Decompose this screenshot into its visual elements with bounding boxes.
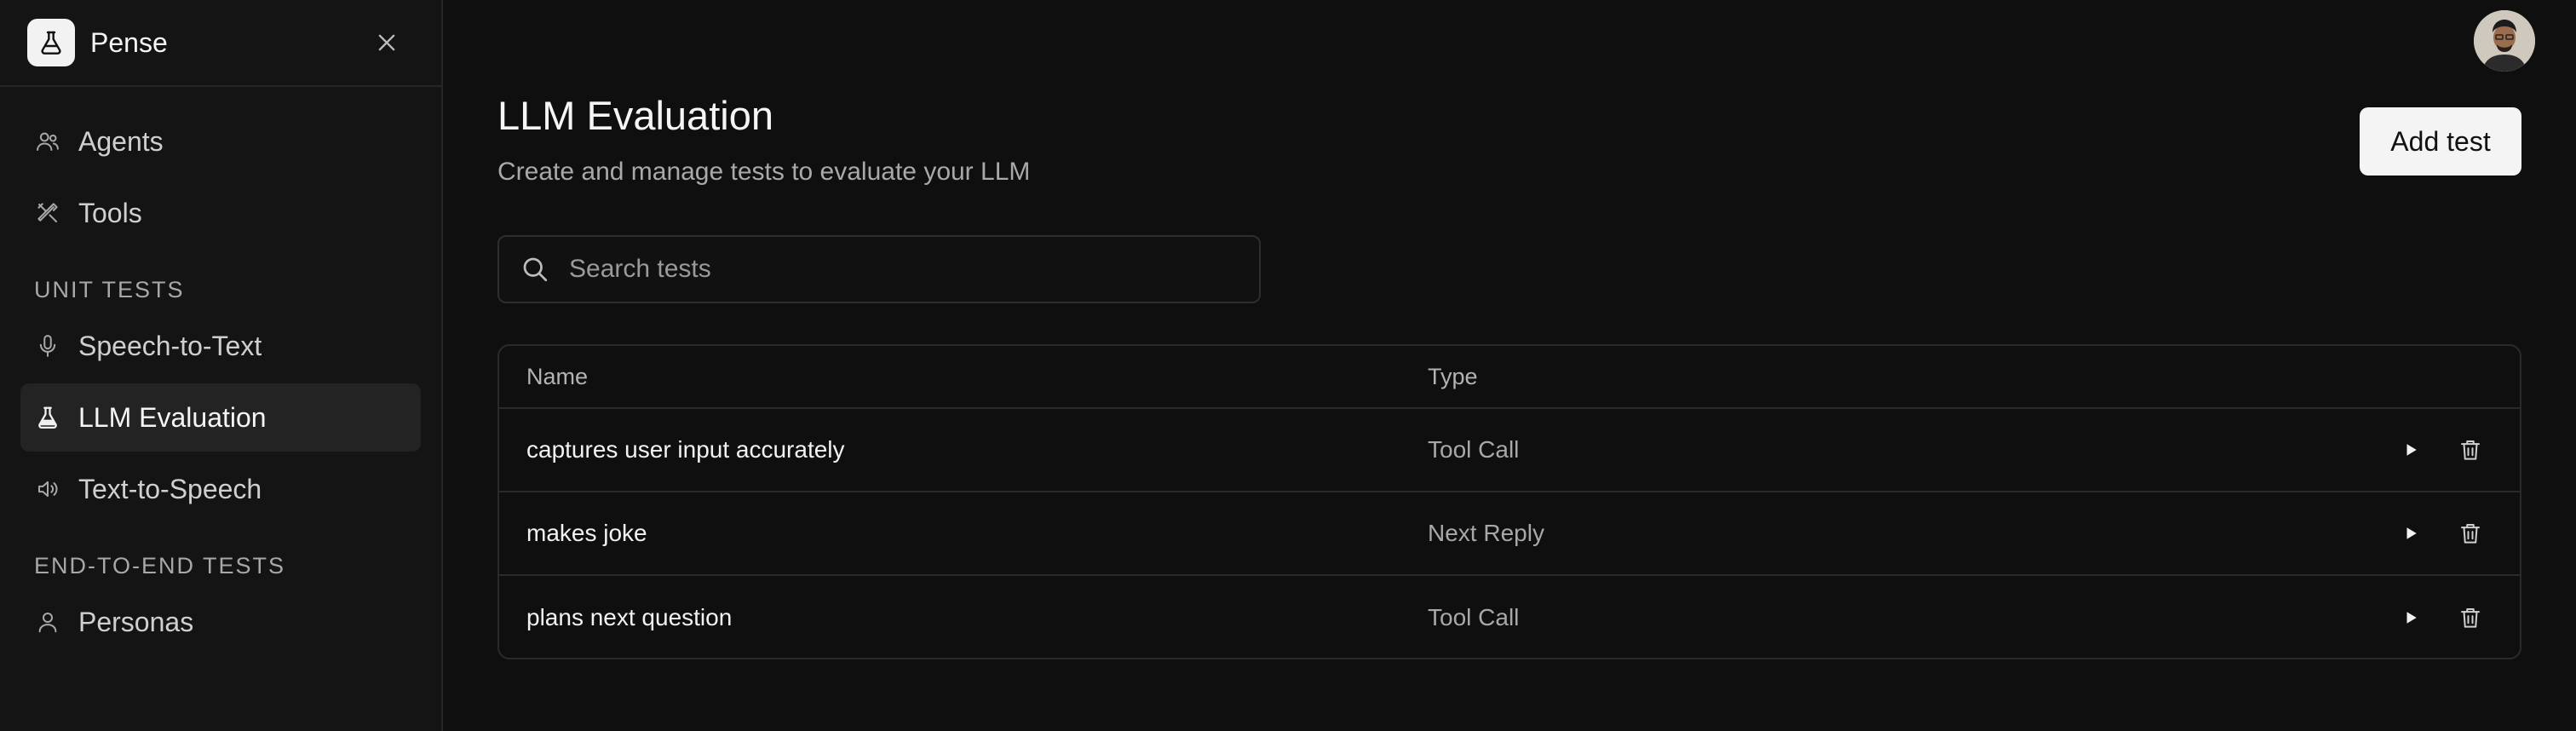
sidebar-item-label: Speech-to-Text	[78, 330, 262, 361]
sidebar-item-label: Text-to-Speech	[78, 473, 262, 504]
page-subtitle: Create and manage tests to evaluate your…	[497, 158, 1031, 186]
table-row[interactable]: captures user input accurately Tool Call	[499, 409, 2520, 492]
test-name: plans next question	[526, 604, 733, 630]
delete-test-button[interactable]	[2453, 601, 2487, 635]
tools-icon	[34, 199, 61, 227]
sidebar-item-label: Agents	[78, 125, 164, 157]
sidebar-item-speech-to-text[interactable]: Speech-to-Text	[20, 312, 421, 380]
delete-test-button[interactable]	[2453, 433, 2487, 467]
flask-icon	[34, 404, 61, 431]
microphone-icon	[34, 332, 61, 360]
column-header-type: Type	[1428, 363, 1478, 389]
test-type: Tool Call	[1428, 436, 1520, 463]
sidebar-header: Pense	[0, 0, 441, 87]
flask-icon	[41, 31, 61, 55]
avatar-image	[2474, 10, 2535, 72]
test-type: Next Reply	[1428, 520, 1544, 546]
row-actions	[2349, 516, 2520, 550]
trash-icon	[2461, 440, 2480, 460]
main-content: LLM Evaluation Create and manage tests t…	[443, 0, 2576, 731]
sidebar: Pense Agents Tools UNIT TESTS Speech-to-…	[0, 0, 443, 731]
play-icon	[2406, 527, 2417, 539]
sidebar-item-label: LLM Evaluation	[78, 401, 267, 433]
close-sidebar-button[interactable]	[370, 26, 404, 60]
table-row[interactable]: plans next question Tool Call	[499, 576, 2520, 658]
delete-test-button[interactable]	[2453, 516, 2487, 550]
page-title: LLM Evaluation	[497, 93, 773, 138]
run-test-button[interactable]	[2394, 601, 2428, 635]
sidebar-item-agents[interactable]: Agents	[20, 107, 421, 176]
play-icon	[2406, 612, 2417, 624]
sidebar-item-personas[interactable]: Personas	[20, 588, 421, 656]
sidebar-item-label: Personas	[78, 606, 194, 637]
table-header: Name Type	[499, 346, 2520, 409]
sidebar-item-label: Tools	[78, 197, 142, 228]
row-actions	[2349, 601, 2520, 635]
test-name: makes joke	[526, 520, 647, 546]
close-icon	[378, 34, 395, 51]
trash-icon	[2461, 608, 2480, 628]
section-label-end-to-end-tests: END-TO-END TESTS	[34, 553, 286, 578]
tests-table: Name Type captures user input accurately…	[497, 344, 2521, 659]
section-label-unit-tests: UNIT TESTS	[34, 277, 185, 302]
speaker-icon	[34, 475, 61, 503]
search-icon	[523, 257, 548, 282]
column-header-name: Name	[526, 363, 589, 389]
search-input[interactable]	[569, 255, 1239, 284]
run-test-button[interactable]	[2394, 516, 2428, 550]
play-icon	[2406, 444, 2417, 456]
avatar[interactable]	[2474, 10, 2535, 72]
add-test-button[interactable]: Add test	[2360, 107, 2521, 176]
test-type: Tool Call	[1428, 604, 1520, 630]
users-icon	[34, 128, 61, 155]
sidebar-item-text-to-speech[interactable]: Text-to-Speech	[20, 455, 421, 523]
test-name: captures user input accurately	[526, 436, 845, 463]
table-row[interactable]: makes joke Next Reply	[499, 492, 2520, 576]
trash-icon	[2461, 524, 2480, 544]
sidebar-item-tools[interactable]: Tools	[20, 179, 421, 247]
sidebar-item-llm-evaluation[interactable]: LLM Evaluation	[20, 383, 421, 452]
app-logo[interactable]	[27, 19, 75, 66]
search-box[interactable]	[497, 235, 1261, 303]
user-icon	[34, 608, 61, 636]
row-actions	[2349, 433, 2520, 467]
run-test-button[interactable]	[2394, 433, 2428, 467]
brand-name: Pense	[90, 26, 168, 58]
sidebar-nav: Agents Tools UNIT TESTS Speech-to-Text L…	[0, 87, 441, 656]
